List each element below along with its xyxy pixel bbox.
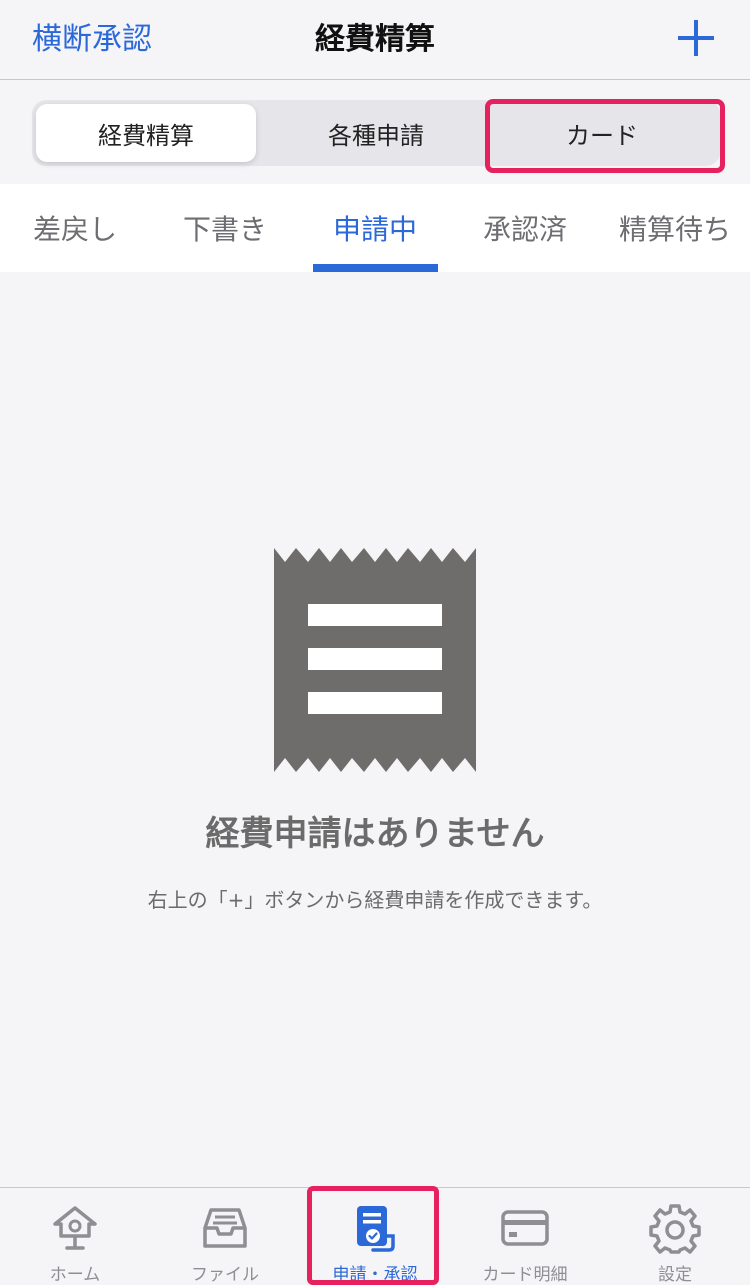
- application-icon: [357, 1206, 395, 1252]
- tab-awaiting-settlement[interactable]: 精算待ち: [600, 184, 750, 272]
- tabbar-files-label: ファイル: [191, 1265, 259, 1285]
- tabbar-home[interactable]: ホーム: [0, 1188, 150, 1285]
- empty-state-title: 経費申請はありません: [205, 814, 545, 854]
- gear-icon: [649, 1204, 701, 1254]
- receipt-icon: [274, 548, 476, 772]
- tabbar-settings-label: 設定: [658, 1265, 692, 1285]
- credit-card-icon: [501, 1210, 549, 1246]
- segment-expense[interactable]: 経費精算: [36, 104, 256, 162]
- home-icon: [53, 1206, 97, 1250]
- segment-card[interactable]: カード: [492, 104, 712, 162]
- status-tab-bar: 差戻し 下書き 申請中 承認済 精算待ち: [0, 184, 750, 272]
- tabbar-card-statements-label: カード明細: [482, 1265, 568, 1285]
- inbox-icon: [203, 1208, 247, 1248]
- active-tab-indicator: [313, 264, 438, 272]
- navigation-bar: 横断承認 経費精算: [0, 0, 750, 80]
- tabbar-card-statements[interactable]: カード明細: [450, 1188, 600, 1285]
- tab-draft[interactable]: 下書き: [150, 184, 300, 272]
- page-title: 経費精算: [315, 22, 435, 57]
- segment-applications[interactable]: 各種申請: [266, 104, 486, 162]
- tabbar-applications-label: 申請・承認: [332, 1265, 418, 1285]
- segment-area: 経費精算 各種申請 カード: [0, 81, 750, 184]
- tabbar-home-label: ホーム: [49, 1265, 101, 1285]
- add-button[interactable]: [676, 18, 716, 58]
- tabbar-settings[interactable]: 設定: [600, 1188, 750, 1285]
- tabbar-files[interactable]: ファイル: [150, 1188, 300, 1285]
- tab-returned[interactable]: 差戻し: [0, 184, 150, 272]
- empty-state-description: 右上の「+」ボタンから経費申請を作成できます。: [147, 888, 603, 912]
- bottom-tab-bar: ホーム ファイル 申請・承認 カード明細 設定: [0, 1187, 750, 1285]
- plus-icon: [678, 20, 714, 56]
- tab-approved[interactable]: 承認済: [450, 184, 600, 272]
- tab-in-progress[interactable]: 申請中: [300, 184, 450, 272]
- segmented-control: 経費精算 各種申請 カード: [32, 100, 720, 166]
- tabbar-applications[interactable]: 申請・承認: [300, 1188, 450, 1285]
